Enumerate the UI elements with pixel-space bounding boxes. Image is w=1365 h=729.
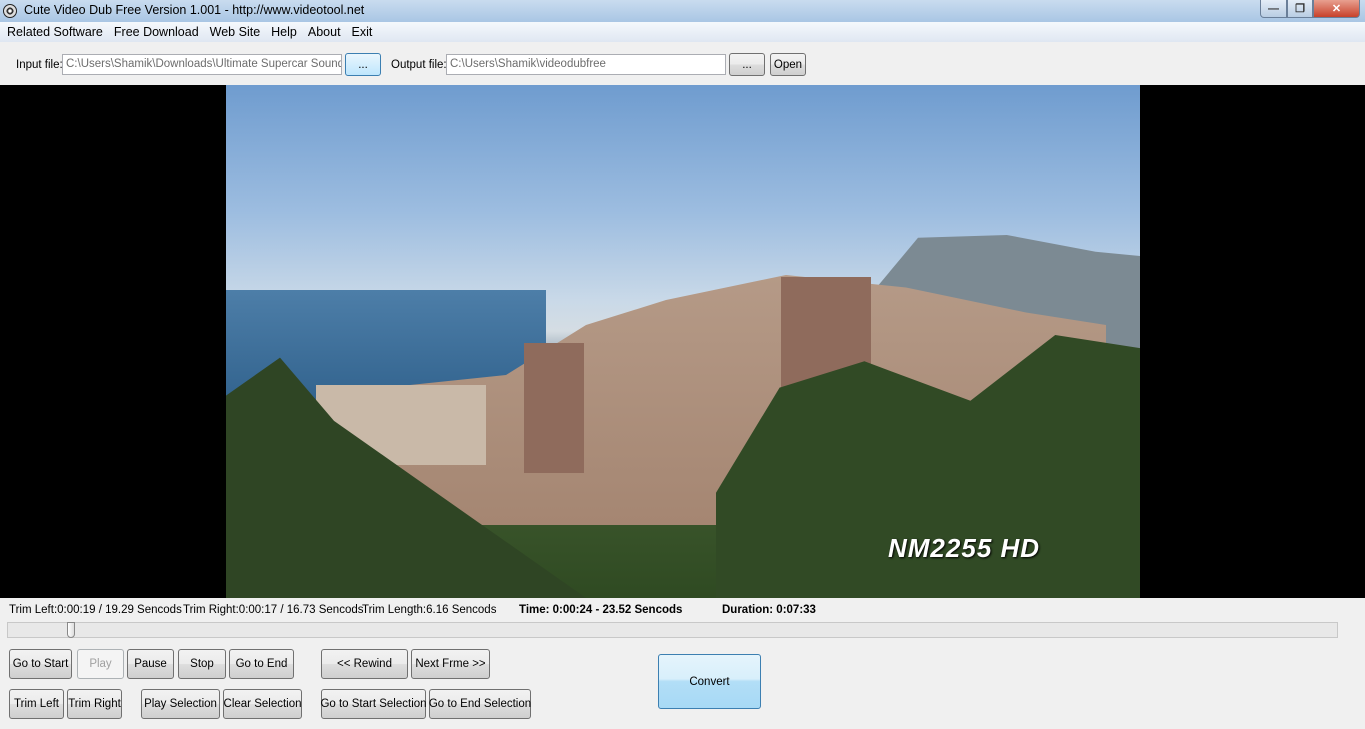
menu-help[interactable]: Help <box>267 25 304 39</box>
video-player[interactable]: NM2255 HD <box>0 85 1365 598</box>
go-to-end-selection-button[interactable]: Go to End Selection <box>429 689 531 719</box>
time-status: Time: 0:00:24 - 23.52 Sencods <box>519 604 683 616</box>
menu-web-site[interactable]: Web Site <box>206 25 268 39</box>
video-frame: NM2255 HD <box>226 85 1140 598</box>
seek-slider[interactable] <box>7 622 1338 638</box>
stop-button[interactable]: Stop <box>178 649 226 679</box>
next-frame-button[interactable]: Next Frme >> <box>411 649 490 679</box>
close-button[interactable]: ✕ <box>1313 0 1360 18</box>
duration-status: Duration: 0:07:33 <box>722 604 816 616</box>
play-button[interactable]: Play <box>77 649 124 679</box>
output-file-label: Output file: <box>391 59 447 71</box>
browse-output-button[interactable]: ... <box>729 53 765 76</box>
menu-free-download[interactable]: Free Download <box>110 25 206 39</box>
clear-selection-button[interactable]: Clear Selection <box>223 689 302 719</box>
window-title: Cute Video Dub Free Version 1.001 - http… <box>24 3 365 17</box>
video-watermark: NM2255 HD <box>888 533 1041 563</box>
menu-exit[interactable]: Exit <box>348 25 380 39</box>
seek-slider-thumb[interactable] <box>67 622 76 638</box>
trim-right-button[interactable]: Trim Right <box>67 689 122 719</box>
rewind-button[interactable]: << Rewind <box>321 649 408 679</box>
go-to-end-button[interactable]: Go to End <box>229 649 294 679</box>
maximize-button[interactable]: ❐ <box>1287 0 1313 18</box>
pause-button[interactable]: Pause <box>127 649 174 679</box>
menu-related-software[interactable]: Related Software <box>3 25 110 39</box>
trim-left-button[interactable]: Trim Left <box>9 689 64 719</box>
minimize-button[interactable]: — <box>1260 0 1287 18</box>
input-file-field[interactable]: C:\Users\Shamik\Downloads\Ultimate Super… <box>62 54 342 75</box>
scene-tower <box>524 343 584 473</box>
title-bar: Cute Video Dub Free Version 1.001 - http… <box>0 0 1365 22</box>
go-to-start-button[interactable]: Go to Start <box>9 649 72 679</box>
trim-right-status: Trim Right:0:00:17 / 16.73 Sencods <box>183 604 364 616</box>
app-film-reel-icon <box>3 4 17 18</box>
convert-button[interactable]: Convert <box>658 654 761 709</box>
open-button[interactable]: Open <box>770 53 806 76</box>
menu-bar: Related Software Free Download Web Site … <box>0 22 1365 42</box>
output-file-field[interactable]: C:\Users\Shamik\videodubfree <box>446 54 726 75</box>
go-to-start-selection-button[interactable]: Go to Start Selection <box>320 689 427 719</box>
trim-length-status: Trim Length:6.16 Sencods <box>362 604 497 616</box>
menu-about[interactable]: About <box>304 25 348 39</box>
input-file-label: Input file: <box>16 59 63 71</box>
browse-input-button[interactable]: ... <box>345 53 381 76</box>
trim-left-status: Trim Left:0:00:19 / 19.29 Sencods <box>9 604 182 616</box>
play-selection-button[interactable]: Play Selection <box>141 689 220 719</box>
